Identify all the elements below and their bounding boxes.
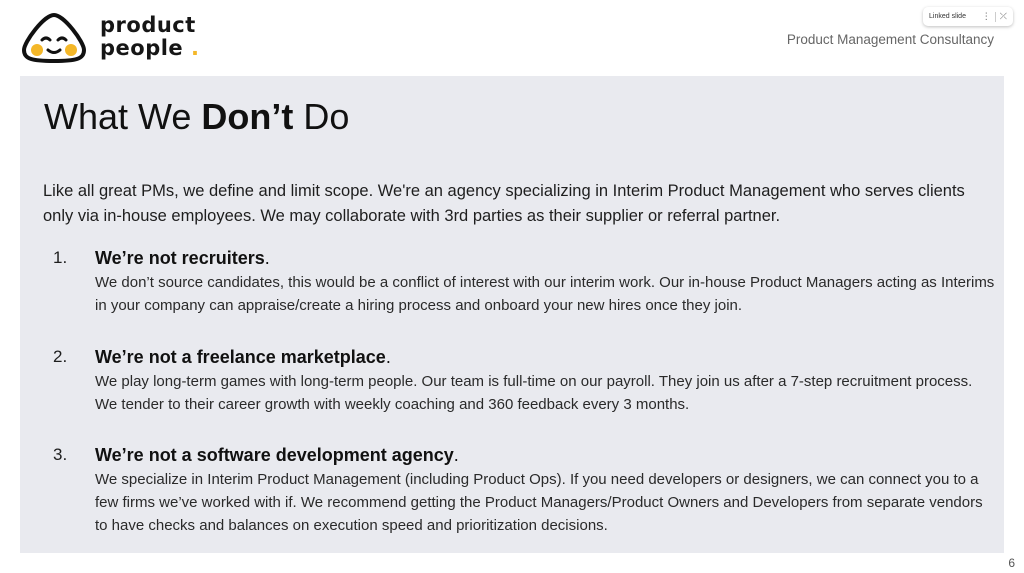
title-suffix: Do [293,96,350,137]
list-item-number: 1. [53,248,68,267]
list-item-title: We’re not a software development agency. [95,443,459,467]
company-logo: product people . [20,10,199,64]
linked-slide-chip[interactable]: Linked slide ⋮ ⤫ [923,7,1013,26]
logo-dot: . [191,36,200,60]
list-item-title-text: We’re not a freelance marketplace [95,347,386,367]
logo-line-2-text: people [100,36,184,60]
intro-paragraph: Like all great PMs, we define and limit … [43,182,965,225]
unlink-icon[interactable]: ⤫ [1000,11,1007,22]
logo-line-2: people . [100,37,199,60]
list-item-title: We’re not a freelance marketplace. [95,345,391,369]
list-item-title-end: . [453,445,459,465]
header-subtitle: Product Management Consultancy [786,32,994,47]
chip-divider [994,11,996,22]
slide-title: What We Don’t Do [44,96,349,138]
list-item-body: We play long-term games with long-term p… [95,373,973,413]
list-item-title-end: . [264,248,270,268]
onigiri-face-icon [22,13,86,63]
list-item-body: We don’t source candidates, this would b… [95,274,995,314]
content-panel: What We Don’t Do Like all great PMs, we … [20,76,1004,553]
title-bold: Don’t [201,96,294,137]
logo-line-1: product [100,13,196,37]
more-vert-icon[interactable]: ⋮ [982,11,991,22]
list-item-title-text: We’re not recruiters [95,248,265,268]
linked-slide-label: Linked slide [929,13,966,20]
logo-wordmark: product people . [100,14,199,60]
page-number: 6 [1008,556,1015,570]
list-item-number: 2. [53,347,68,366]
list-item-body: We specialize in Interim Product Managem… [95,471,983,534]
list-item-title-end: . [385,347,391,367]
list-item-title-text: We’re not a software development agency [95,445,454,465]
title-prefix: What We [44,96,202,137]
list-item-title: We’re not recruiters. [95,246,270,270]
list-item-number: 3. [53,445,68,464]
